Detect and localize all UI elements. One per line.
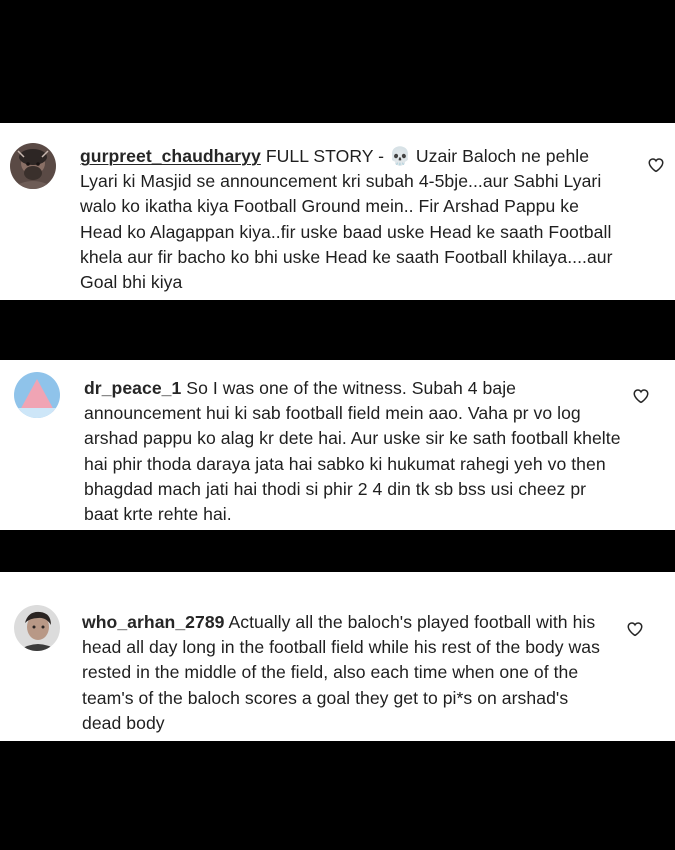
comments-screenshot: gurpreet_chaudharyy FULL STORY - 💀 Uzair…: [0, 0, 675, 850]
avatar[interactable]: [14, 605, 60, 651]
comment-text: So I was one of the witness. Subah 4 baj…: [84, 378, 621, 525]
like-heart-icon[interactable]: [632, 387, 650, 405]
comment-username[interactable]: who_arhan_2789: [82, 612, 225, 632]
pink-triangle-blue-sky-avatar-icon: [14, 372, 60, 418]
avatar[interactable]: [10, 143, 56, 189]
like-heart-icon[interactable]: [626, 620, 644, 638]
comment-card: who_arhan_2789 Actually all the baloch's…: [0, 572, 675, 741]
comment-body: dr_peace_1 So I was one of the witness. …: [84, 376, 624, 527]
like-heart-icon[interactable]: [647, 156, 665, 174]
avatar[interactable]: [14, 372, 60, 418]
comment-body: gurpreet_chaudharyy FULL STORY - 💀 Uzair…: [80, 144, 622, 295]
dark-bearded-profile-avatar-icon: [10, 143, 56, 189]
comment-card: gurpreet_chaudharyy FULL STORY - 💀 Uzair…: [0, 123, 675, 300]
comment-username[interactable]: dr_peace_1: [84, 378, 181, 398]
comment-card: dr_peace_1 So I was one of the witness. …: [0, 360, 675, 530]
comment-text: FULL STORY - 💀 Uzair Baloch ne pehle Lya…: [80, 146, 613, 293]
young-man-profile-avatar-icon: [14, 605, 60, 651]
comment-body: who_arhan_2789 Actually all the baloch's…: [82, 610, 612, 736]
comment-username[interactable]: gurpreet_chaudharyy: [80, 146, 261, 166]
